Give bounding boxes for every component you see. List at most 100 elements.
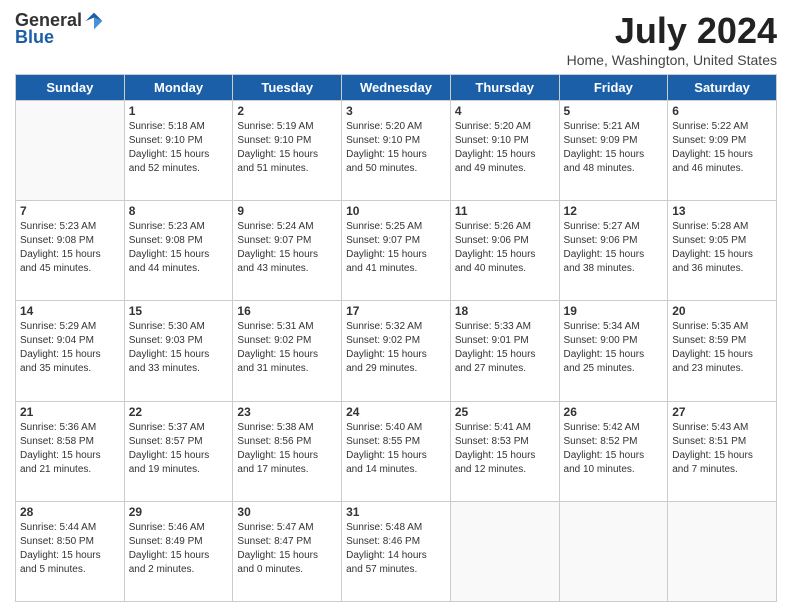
day-info: Sunrise: 5:23 AMSunset: 9:08 PMDaylight:… — [129, 220, 229, 276]
calendar-cell — [668, 501, 777, 601]
calendar-cell: 2Sunrise: 5:19 AMSunset: 9:10 PMDaylight… — [233, 101, 342, 201]
calendar-cell: 22Sunrise: 5:37 AMSunset: 8:57 PMDayligh… — [124, 401, 233, 501]
calendar-header-row: SundayMondayTuesdayWednesdayThursdayFrid… — [16, 75, 777, 101]
day-info: Sunrise: 5:44 AMSunset: 8:50 PMDaylight:… — [20, 521, 120, 577]
calendar-cell: 26Sunrise: 5:42 AMSunset: 8:52 PMDayligh… — [559, 401, 668, 501]
day-number: 21 — [20, 405, 120, 419]
calendar-cell: 8 Sunrise: 5:23 AMSunset: 9:08 PMDaylight… — [124, 201, 233, 301]
day-info: Sunrise: 5:42 AMSunset: 8:52 PMDaylight:… — [564, 421, 664, 477]
day-number: 28 — [20, 505, 120, 519]
calendar-cell: 17 Sunrise: 5:32 AMSunset: 9:02 PMDayligh… — [342, 301, 451, 401]
day-number: 17 — [346, 304, 446, 318]
month-year: July 2024 — [567, 10, 777, 52]
day-number: 6 — [672, 104, 772, 118]
day-number: 31 — [346, 505, 446, 519]
column-header-sunday: Sunday — [16, 75, 125, 101]
title-block: July 2024 Home, Washington, United State… — [567, 10, 777, 68]
calendar-cell: 12Sunrise: 5:27 AMSunset: 9:06 PMDayligh… — [559, 201, 668, 301]
day-info: Sunrise: 5:27 AMSunset: 9:06 PMDaylight:… — [564, 220, 664, 276]
day-number: 29 — [129, 505, 229, 519]
calendar-cell: 11Sunrise: 5:26 AMSunset: 9:06 PMDayligh… — [450, 201, 559, 301]
day-number: 23 — [237, 405, 337, 419]
column-header-thursday: Thursday — [450, 75, 559, 101]
day-number: 30 — [237, 505, 337, 519]
day-info: Sunrise: 5:18 AMSunset: 9:10 PMDaylight:… — [129, 120, 229, 176]
day-number: 5 — [564, 104, 664, 118]
logo-blue: Blue — [15, 27, 54, 48]
calendar-cell: 18Sunrise: 5:33 AMSunset: 9:01 PMDayligh… — [450, 301, 559, 401]
day-info: Sunrise: 5:46 AMSunset: 8:49 PMDaylight:… — [129, 521, 229, 577]
calendar-cell: 7 Sunrise: 5:23 AMSunset: 9:08 PMDaylight… — [16, 201, 125, 301]
page: General Blue July 2024 Home, Washington,… — [0, 0, 792, 612]
calendar-cell: 21 Sunrise: 5:36 AMSunset: 8:58 PMDayligh… — [16, 401, 125, 501]
header: General Blue July 2024 Home, Washington,… — [15, 10, 777, 68]
calendar-cell: 24 Sunrise: 5:40 AMSunset: 8:55 PMDayligh… — [342, 401, 451, 501]
day-number: 3 — [346, 104, 446, 118]
column-header-saturday: Saturday — [668, 75, 777, 101]
day-number: 1 — [129, 104, 229, 118]
day-info: Sunrise: 5:47 AMSunset: 8:47 PMDaylight:… — [237, 521, 337, 577]
day-number: 25 — [455, 405, 555, 419]
week-row-0: 1 Sunrise: 5:18 AMSunset: 9:10 PMDaylight… — [16, 101, 777, 201]
column-header-friday: Friday — [559, 75, 668, 101]
day-info: Sunrise: 5:32 AMSunset: 9:02 PMDaylight:… — [346, 320, 446, 376]
calendar-cell: 5 Sunrise: 5:21 AMSunset: 9:09 PMDaylight… — [559, 101, 668, 201]
calendar-cell — [559, 501, 668, 601]
day-number: 15 — [129, 304, 229, 318]
calendar-cell — [450, 501, 559, 601]
calendar-cell: 20 Sunrise: 5:35 AMSunset: 8:59 PMDayligh… — [668, 301, 777, 401]
day-info: Sunrise: 5:26 AMSunset: 9:06 PMDaylight:… — [455, 220, 555, 276]
day-info: Sunrise: 5:22 AMSunset: 9:09 PMDaylight:… — [672, 120, 772, 176]
week-row-3: 21 Sunrise: 5:36 AMSunset: 8:58 PMDayligh… — [16, 401, 777, 501]
day-number: 18 — [455, 304, 555, 318]
week-row-1: 7 Sunrise: 5:23 AMSunset: 9:08 PMDaylight… — [16, 201, 777, 301]
day-info: Sunrise: 5:24 AMSunset: 9:07 PMDaylight:… — [237, 220, 337, 276]
calendar-cell: 25 Sunrise: 5:41 AMSunset: 8:53 PMDayligh… — [450, 401, 559, 501]
day-number: 19 — [564, 304, 664, 318]
calendar-cell: 31 Sunrise: 5:48 AMSunset: 8:46 PMDayligh… — [342, 501, 451, 601]
day-info: Sunrise: 5:48 AMSunset: 8:46 PMDaylight:… — [346, 521, 446, 577]
day-info: Sunrise: 5:38 AMSunset: 8:56 PMDaylight:… — [237, 421, 337, 477]
day-number: 13 — [672, 204, 772, 218]
logo-icon — [84, 11, 104, 31]
day-info: Sunrise: 5:28 AMSunset: 9:05 PMDaylight:… — [672, 220, 772, 276]
day-info: Sunrise: 5:41 AMSunset: 8:53 PMDaylight:… — [455, 421, 555, 477]
calendar-cell: 27 Sunrise: 5:43 AMSunset: 8:51 PMDayligh… — [668, 401, 777, 501]
calendar: SundayMondayTuesdayWednesdayThursdayFrid… — [15, 74, 777, 602]
day-number: 20 — [672, 304, 772, 318]
calendar-cell: 3 Sunrise: 5:20 AMSunset: 9:10 PMDaylight… — [342, 101, 451, 201]
calendar-cell: 10Sunrise: 5:25 AMSunset: 9:07 PMDayligh… — [342, 201, 451, 301]
location: Home, Washington, United States — [567, 52, 777, 68]
day-number: 27 — [672, 405, 772, 419]
day-info: Sunrise: 5:31 AMSunset: 9:02 PMDaylight:… — [237, 320, 337, 376]
calendar-cell: 28 Sunrise: 5:44 AMSunset: 8:50 PMDayligh… — [16, 501, 125, 601]
week-row-2: 14Sunrise: 5:29 AMSunset: 9:04 PMDayligh… — [16, 301, 777, 401]
day-info: Sunrise: 5:29 AMSunset: 9:04 PMDaylight:… — [20, 320, 120, 376]
day-number: 24 — [346, 405, 446, 419]
day-info: Sunrise: 5:19 AMSunset: 9:10 PMDaylight:… — [237, 120, 337, 176]
day-info: Sunrise: 5:43 AMSunset: 8:51 PMDaylight:… — [672, 421, 772, 477]
week-row-4: 28 Sunrise: 5:44 AMSunset: 8:50 PMDayligh… — [16, 501, 777, 601]
calendar-cell: 6 Sunrise: 5:22 AMSunset: 9:09 PMDaylight… — [668, 101, 777, 201]
day-info: Sunrise: 5:35 AMSunset: 8:59 PMDaylight:… — [672, 320, 772, 376]
day-info: Sunrise: 5:20 AMSunset: 9:10 PMDaylight:… — [346, 120, 446, 176]
day-info: Sunrise: 5:34 AMSunset: 9:00 PMDaylight:… — [564, 320, 664, 376]
day-number: 4 — [455, 104, 555, 118]
day-info: Sunrise: 5:40 AMSunset: 8:55 PMDaylight:… — [346, 421, 446, 477]
column-header-monday: Monday — [124, 75, 233, 101]
calendar-cell: 30 Sunrise: 5:47 AMSunset: 8:47 PMDayligh… — [233, 501, 342, 601]
day-number: 7 — [20, 204, 120, 218]
day-info: Sunrise: 5:37 AMSunset: 8:57 PMDaylight:… — [129, 421, 229, 477]
logo: General Blue — [15, 10, 104, 48]
day-number: 10 — [346, 204, 446, 218]
calendar-cell: 23 Sunrise: 5:38 AMSunset: 8:56 PMDayligh… — [233, 401, 342, 501]
calendar-cell: 16 Sunrise: 5:31 AMSunset: 9:02 PMDayligh… — [233, 301, 342, 401]
day-number: 8 — [129, 204, 229, 218]
day-number: 16 — [237, 304, 337, 318]
day-info: Sunrise: 5:36 AMSunset: 8:58 PMDaylight:… — [20, 421, 120, 477]
day-number: 9 — [237, 204, 337, 218]
calendar-cell: 29 Sunrise: 5:46 AMSunset: 8:49 PMDayligh… — [124, 501, 233, 601]
day-info: Sunrise: 5:21 AMSunset: 9:09 PMDaylight:… — [564, 120, 664, 176]
calendar-cell — [16, 101, 125, 201]
day-info: Sunrise: 5:23 AMSunset: 9:08 PMDaylight:… — [20, 220, 120, 276]
